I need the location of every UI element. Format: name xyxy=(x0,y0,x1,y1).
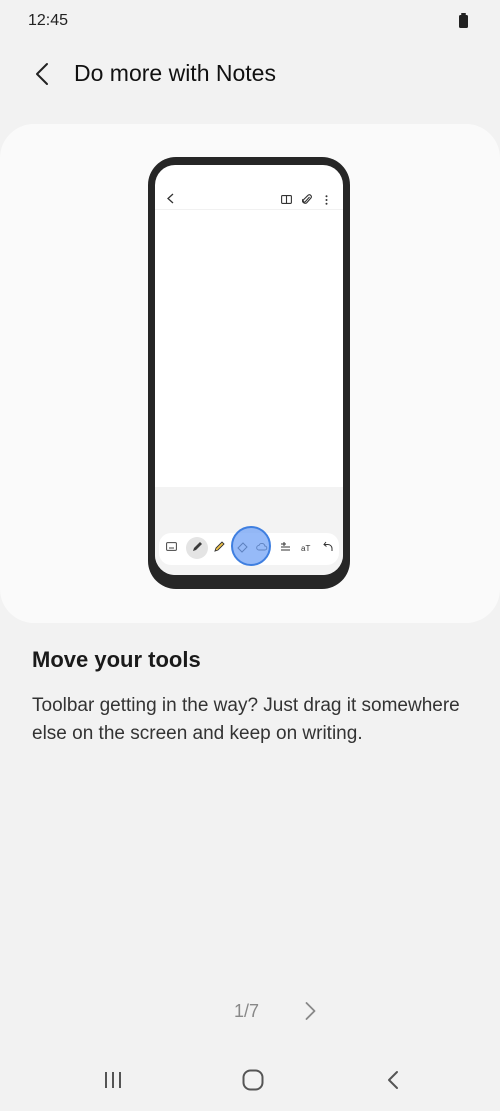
system-nav-bar xyxy=(0,1050,500,1111)
chevron-right-icon xyxy=(305,1002,315,1020)
pen-icon xyxy=(193,542,202,551)
status-time: 12:45 xyxy=(28,12,69,29)
undo-icon xyxy=(323,541,333,551)
notes-top-bar xyxy=(155,165,343,210)
recents-button[interactable] xyxy=(93,1065,133,1095)
keyboard-icon xyxy=(166,542,177,551)
chevron-left-icon xyxy=(167,193,174,204)
page-title: Do more with Notes xyxy=(74,60,276,86)
phone-illustration: aT xyxy=(148,157,350,589)
home-button[interactable] xyxy=(233,1065,273,1095)
drag-touch-indicator xyxy=(231,526,271,566)
pager: 1/7 xyxy=(0,996,500,1026)
back-button[interactable] xyxy=(22,54,62,94)
text-style-icon xyxy=(281,542,290,551)
book-icon xyxy=(281,195,292,204)
recents-icon xyxy=(105,1072,121,1088)
back-icon xyxy=(388,1071,398,1089)
page-indicator: 1/7 xyxy=(234,1001,260,1021)
illustration-card: aT xyxy=(0,124,500,623)
tip-title: Move your tools xyxy=(32,647,201,672)
paperclip-icon xyxy=(302,194,312,204)
phone-screen: aT xyxy=(155,165,343,575)
tip-body: Toolbar getting in the way? Just drag it… xyxy=(32,695,460,744)
arrow-back-icon xyxy=(36,63,48,85)
app-header: Do more with Notes xyxy=(0,44,500,104)
svg-text:aT: aT xyxy=(301,544,310,553)
battery-icon xyxy=(459,13,468,28)
text-size-icon: aT xyxy=(301,544,310,553)
highlighter-icon xyxy=(214,541,225,552)
nav-back-button[interactable] xyxy=(373,1065,413,1095)
home-icon xyxy=(242,1069,264,1091)
more-vert-icon xyxy=(325,195,328,205)
status-bar: 12:45 xyxy=(0,0,500,44)
next-page-button[interactable] xyxy=(298,996,322,1026)
